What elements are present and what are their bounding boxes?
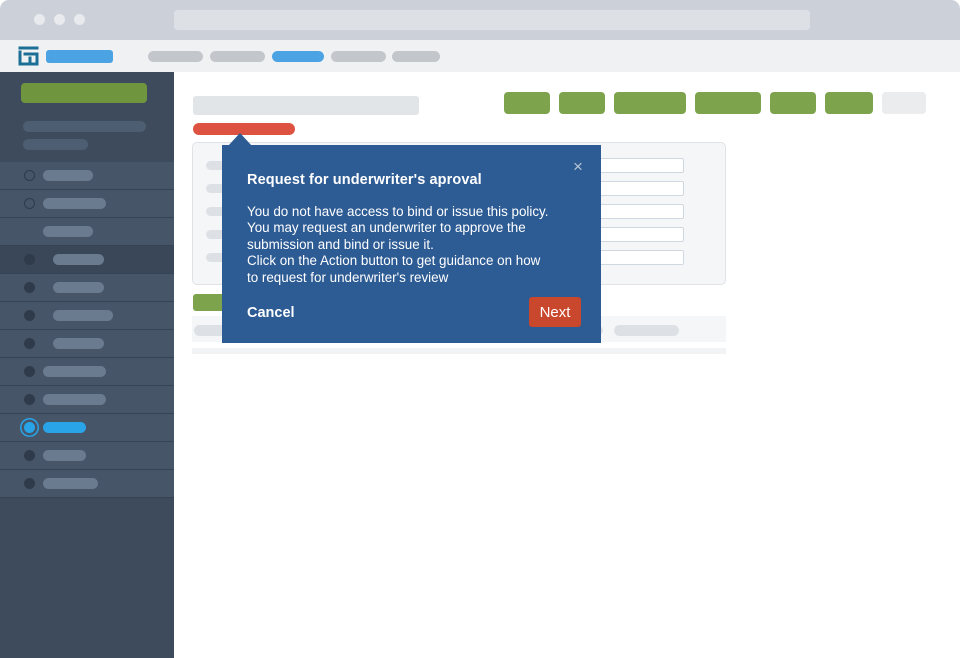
sidebar-item-label (43, 198, 106, 209)
form-input-5[interactable] (587, 250, 684, 265)
timeline-node-11-filled[interactable] (24, 450, 35, 461)
sidebar-item-label (43, 422, 86, 433)
nav-item-4[interactable] (331, 51, 386, 62)
brand-name-pill[interactable] (46, 50, 113, 63)
modal-body-text: You do not have access to bind or issue … (247, 204, 549, 285)
action-button-5[interactable] (770, 92, 816, 114)
sidebar-item-3[interactable] (0, 218, 174, 246)
browser-address-bar[interactable] (174, 10, 810, 30)
brand-g-logo-icon[interactable] (18, 46, 39, 66)
sidebar-item-label (43, 226, 93, 237)
sidebar-item-1[interactable] (0, 162, 174, 190)
sidebar-item-label (53, 310, 113, 321)
sidebar-item-4[interactable] (0, 246, 174, 274)
sidebar-item-label (43, 170, 93, 181)
form-input-1[interactable] (587, 158, 684, 173)
nav-item-5[interactable] (392, 51, 440, 62)
timeline-node-4-filled[interactable] (24, 254, 35, 265)
timeline-node-5-filled[interactable] (24, 282, 35, 293)
sidebar-item-12[interactable] (0, 470, 174, 498)
action-button-6[interactable] (825, 92, 873, 114)
window-maximize-dot[interactable] (74, 14, 85, 25)
timeline-node-7-filled[interactable] (24, 338, 35, 349)
window-controls (34, 14, 85, 25)
timeline-node-12-filled[interactable] (24, 478, 35, 489)
sidebar-header-line-2 (23, 139, 88, 150)
window-close-dot[interactable] (34, 14, 45, 25)
app-screenshot: × Request for underwriter's aproval You … (0, 0, 960, 658)
sidebar-item-label (53, 282, 104, 293)
timeline-node-1-hollow[interactable] (24, 170, 35, 181)
sidebar-step-list (0, 161, 174, 595)
browser-chrome (0, 0, 960, 40)
nav-item-2[interactable] (210, 51, 265, 62)
sidebar-footer (0, 595, 174, 658)
action-button-3[interactable] (614, 92, 686, 114)
sidebar-item-5[interactable] (0, 274, 174, 302)
next-button[interactable]: Next (529, 297, 581, 327)
action-button-1[interactable] (504, 92, 550, 114)
sidebar-item-label (53, 254, 104, 265)
sidebar-item-label (43, 478, 98, 489)
timeline-node-2-hollow[interactable] (24, 198, 35, 209)
action-button-4[interactable] (695, 92, 761, 114)
nav-item-1[interactable] (148, 51, 203, 62)
bottom-divider (192, 348, 726, 354)
sidebar-item-label (43, 366, 106, 377)
app-header (0, 40, 960, 105)
footer-pill-2 (614, 325, 679, 336)
sidebar-item-8[interactable] (0, 358, 174, 386)
modal-title: Request for underwriter's aproval (247, 172, 482, 188)
form-input-3[interactable] (587, 204, 684, 219)
action-button-7[interactable] (882, 92, 926, 114)
sidebar-item-9[interactable] (0, 386, 174, 414)
form-input-4[interactable] (587, 227, 684, 242)
sidebar (0, 72, 174, 658)
timeline-node-6-filled[interactable] (24, 310, 35, 321)
sidebar-header (0, 72, 174, 161)
sidebar-item-6[interactable] (0, 302, 174, 330)
nav-item-3[interactable] (272, 51, 324, 62)
sidebar-item-label (43, 394, 106, 405)
sidebar-item-label (53, 338, 104, 349)
sidebar-item-2[interactable] (0, 190, 174, 218)
sidebar-primary-action[interactable] (21, 83, 147, 103)
sidebar-item-10[interactable] (0, 414, 174, 442)
cancel-button[interactable]: Cancel (247, 305, 295, 321)
sidebar-header-line-1 (23, 121, 146, 132)
underwriter-approval-modal: × Request for underwriter's aproval You … (222, 145, 601, 343)
action-button-2[interactable] (559, 92, 605, 114)
sidebar-item-label (43, 450, 86, 461)
sidebar-item-7[interactable] (0, 330, 174, 358)
sidebar-item-11[interactable] (0, 442, 174, 470)
modal-pointer-arrow (228, 133, 252, 146)
timeline-node-9-filled[interactable] (24, 394, 35, 405)
timeline-node-10-active[interactable] (24, 422, 35, 433)
page-title (193, 96, 419, 115)
timeline-node-8-filled[interactable] (24, 366, 35, 377)
close-icon[interactable]: × (569, 158, 587, 176)
form-input-2[interactable] (587, 181, 684, 196)
window-minimize-dot[interactable] (54, 14, 65, 25)
